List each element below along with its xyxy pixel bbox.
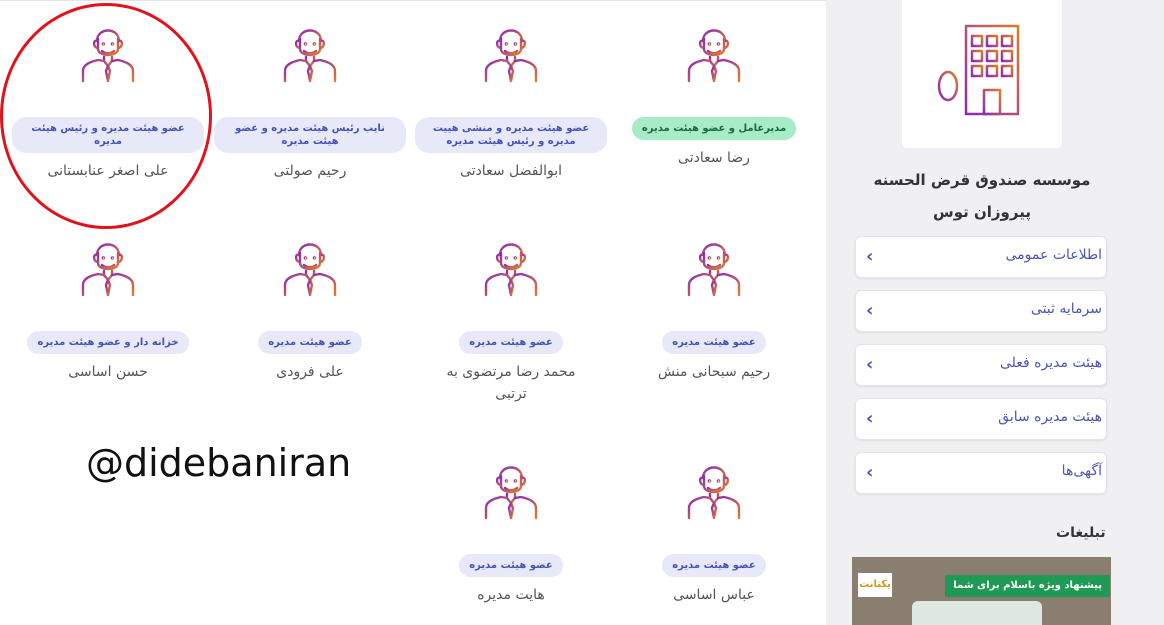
person-avatar-icon xyxy=(481,456,541,520)
sidebar-item-label: آگهی‌ها xyxy=(1061,463,1102,479)
member-name: هایت مدیره xyxy=(477,587,545,603)
member-role-badge: عضو هیئت مدیره xyxy=(662,331,766,354)
member-role-badge: خزانه دار و عضو هیئت مدیره xyxy=(27,331,189,354)
ad-image xyxy=(912,601,1042,625)
person-avatar-icon xyxy=(78,19,138,83)
member-name: حسن اساسی xyxy=(68,364,148,380)
member-role-badge: نایب رئیس هیئت مدیره و عضو هیئت مدیره xyxy=(214,117,406,153)
member-card[interactable]: عضو هیئت مدیره و رئیس هیئت مدیره علی اصغ… xyxy=(10,19,206,182)
member-name: عباس اساسی xyxy=(673,587,755,603)
member-name: رحیم صولتی xyxy=(273,163,347,179)
ad-banner[interactable]: پیشنهاد ویژه باسلام برای شما یکتانت xyxy=(852,557,1111,625)
sidebar-item-general-info[interactable]: اطلاعات عمومی ‹ xyxy=(855,236,1107,278)
member-card[interactable]: عضو هیئت مدیره عباس اساسی xyxy=(616,456,812,606)
watermark-text: @didebaniran xyxy=(86,441,352,485)
member-role-badge: عضو هیئت مدیره xyxy=(258,331,362,354)
ad-headline: پیشنهاد ویژه باسلام برای شما xyxy=(945,575,1110,597)
member-role-badge: عضو هیئت مدیره xyxy=(459,331,563,354)
member-card[interactable]: عضو هیئت مدیره علی فرودی xyxy=(212,233,408,383)
person-avatar-icon xyxy=(280,19,340,83)
board-members-panel: مدیرعامل و عضو هیئت مدیره رضا سعادتی عضو… xyxy=(0,0,826,625)
person-avatar-icon xyxy=(481,19,541,83)
member-name: علی اصغر عنابستانی xyxy=(47,163,169,179)
member-role-badge: عضو هیئت مدیره xyxy=(459,554,563,577)
member-name: رضا سعادتی xyxy=(678,150,750,166)
person-avatar-icon xyxy=(684,456,744,520)
member-card[interactable]: عضو هیئت مدیره و منشی هییت مدیره و رئیس … xyxy=(413,19,609,182)
member-role-badge: عضو هیئت مدیره و منشی هییت مدیره و رئیس … xyxy=(415,117,607,153)
member-role-badge: مدیرعامل و عضو هیئت مدیره xyxy=(631,117,797,140)
member-name: رحیم سبحانی منش xyxy=(657,364,771,380)
member-card[interactable]: عضو هیئت مدیره محمد رضا مرتضوی به ترتبی xyxy=(413,233,609,405)
member-card[interactable]: خزانه دار و عضو هیئت مدیره حسن اساسی xyxy=(10,233,206,383)
sidebar-item-label: هیئت مدیره فعلی xyxy=(999,355,1102,371)
ad-logo: یکتانت xyxy=(858,573,892,597)
building-icon xyxy=(936,24,1028,116)
ads-title: تبلیغات xyxy=(1056,525,1106,541)
member-card[interactable]: عضو هیئت مدیره هایت مدیره xyxy=(413,456,609,606)
chevron-left-icon: ‹ xyxy=(866,246,874,267)
person-avatar-icon xyxy=(684,19,744,83)
sidebar-item-label: سرمایه ثبتی xyxy=(1030,301,1102,317)
member-card[interactable]: نایب رئیس هیئت مدیره و عضو هیئت مدیره رح… xyxy=(212,19,408,182)
member-role-badge: عضو هیئت مدیره و رئیس هیئت مدیره xyxy=(12,117,204,153)
sidebar: موسسه صندوق قرض الحسنه پیروزان توس اطلاع… xyxy=(826,0,1164,625)
org-title: موسسه صندوق قرض الحسنه پیروزان توس xyxy=(873,171,1091,221)
chevron-left-icon: ‹ xyxy=(866,300,874,321)
chevron-left-icon: ‹ xyxy=(866,354,874,375)
person-avatar-icon xyxy=(280,233,340,297)
chevron-left-icon: ‹ xyxy=(866,408,874,429)
person-avatar-icon xyxy=(481,233,541,297)
member-card[interactable]: عضو هیئت مدیره رحیم سبحانی منش xyxy=(616,233,812,383)
person-avatar-icon xyxy=(684,233,744,297)
sidebar-item-current-board[interactable]: هیئت مدیره فعلی ‹ xyxy=(855,344,1107,386)
member-name: ابوالفضل سعادتی xyxy=(460,163,562,179)
member-name: محمد رضا مرتضوی به ترتبی xyxy=(446,364,576,402)
member-name: علی فرودی xyxy=(276,364,344,380)
sidebar-item-label: اطلاعات عمومی xyxy=(1005,247,1102,263)
sidebar-item-registered-capital[interactable]: سرمایه ثبتی ‹ xyxy=(855,290,1107,332)
member-role-badge: عضو هیئت مدیره xyxy=(662,554,766,577)
sidebar-item-label: هیئت مدیره سابق xyxy=(998,409,1102,425)
sidebar-item-announcements[interactable]: آگهی‌ها ‹ xyxy=(855,452,1107,494)
chevron-left-icon: ‹ xyxy=(866,462,874,483)
person-avatar-icon xyxy=(78,233,138,297)
org-logo xyxy=(902,0,1062,148)
sidebar-item-former-board[interactable]: هیئت مدیره سابق ‹ xyxy=(855,398,1107,440)
member-card[interactable]: مدیرعامل و عضو هیئت مدیره رضا سعادتی xyxy=(616,19,812,169)
